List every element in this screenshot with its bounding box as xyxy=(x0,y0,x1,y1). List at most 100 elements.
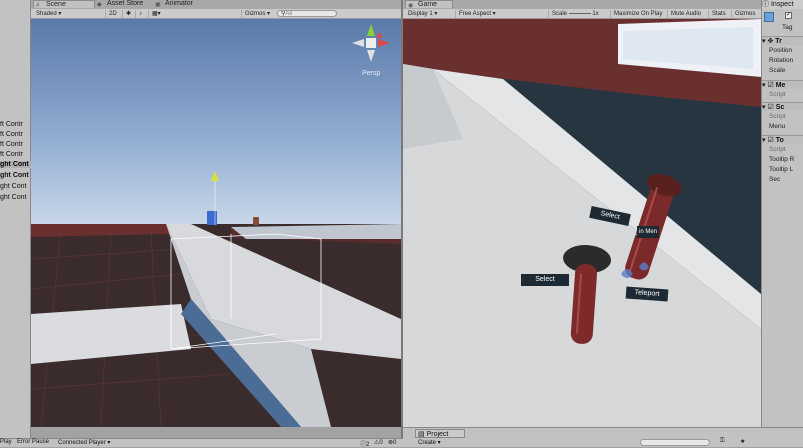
sec-label: Sec xyxy=(769,176,781,183)
star-icon[interactable]: ★ xyxy=(740,438,745,445)
foldout-icon: ▾ xyxy=(762,38,766,45)
tab-animator-label: Animator xyxy=(165,0,194,7)
audio-toggle-icon[interactable]: ♪ xyxy=(135,10,147,18)
lighting-toggle-icon[interactable]: ✱ xyxy=(122,10,134,18)
transform-title: Tr xyxy=(775,38,782,45)
gizmos-label: Gizmos xyxy=(245,11,266,17)
2d-toggle[interactable]: 2D xyxy=(105,10,121,18)
active-checkbox[interactable]: ✓ xyxy=(785,12,792,19)
mute-audio-toggle[interactable]: Mute Audio xyxy=(667,10,707,18)
position-label: Position xyxy=(769,47,793,54)
scale-label: Scale xyxy=(769,67,786,74)
hierarchy-item[interactable]: ght Cont xyxy=(0,183,31,190)
create-label: Create xyxy=(418,440,437,446)
transform-header[interactable]: ▾ ✥ Tr xyxy=(762,36,803,45)
warning-count[interactable]: ⚠0 xyxy=(374,439,383,446)
tab-project-label: Project xyxy=(426,431,449,438)
hierarchy-panel xyxy=(0,0,31,440)
hierarchy-item[interactable]: ft Contr xyxy=(0,141,31,148)
scene-viewport[interactable] xyxy=(31,19,401,427)
search-placeholder: All xyxy=(285,11,293,17)
tooltip-r-label: Tooltip R xyxy=(769,156,795,163)
enabled-checkbox[interactable]: ☑ xyxy=(767,82,773,89)
aspect-dropdown[interactable]: Free Aspect ▾ xyxy=(455,10,543,18)
hierarchy-item[interactable]: ght Cont xyxy=(0,161,31,168)
hierarchy-item[interactable]: ft Contr xyxy=(0,121,31,128)
menu-label: Menu xyxy=(769,123,786,130)
scale-slider[interactable]: Scale 1x xyxy=(548,10,608,18)
hierarchy-item[interactable]: ft Contr xyxy=(0,151,31,158)
hierarchy-item[interactable]: ght Cont xyxy=(0,194,31,201)
inspector-panel xyxy=(761,0,803,440)
game-toolbar: Display 1 ▾ Free Aspect ▾ Scale 1x Maxim… xyxy=(403,9,761,19)
game-gizmos-dropdown[interactable]: Gizmos xyxy=(731,10,761,18)
foldout-icon: ▾ xyxy=(762,104,766,111)
enabled-checkbox[interactable]: ☑ xyxy=(767,137,773,144)
scale-value: 1x xyxy=(592,11,599,17)
effects-toggle-icon[interactable]: ▦▾ xyxy=(148,10,162,18)
component-header[interactable]: ▾ ☑ Sc xyxy=(762,102,803,111)
script-label: Script xyxy=(769,146,786,153)
tab-asset-store[interactable]: ◆ Asset Store xyxy=(95,0,153,8)
tab-scene-label: Scene xyxy=(46,1,66,8)
aspect-label: Free Aspect xyxy=(459,11,492,17)
gizmos-dropdown[interactable]: Gizmos ▾ xyxy=(241,10,275,18)
tab-game-label: Game xyxy=(418,1,438,8)
foldout-icon: ▾ xyxy=(762,82,766,89)
script-label: Script xyxy=(769,113,786,120)
display-label: Display 1 xyxy=(408,11,433,17)
game-tab-bar: ◉ Game xyxy=(403,0,761,9)
select-tooltip-left: Select xyxy=(521,274,569,286)
tab-project[interactable]: ▤ Project xyxy=(415,429,465,438)
animator-icon: ▣ xyxy=(155,2,161,8)
component-header[interactable]: ▾ ☑ To xyxy=(762,135,803,144)
display-dropdown[interactable]: Display 1 ▾ xyxy=(405,10,451,18)
stats-toggle[interactable]: Stats xyxy=(708,10,730,18)
connected-player-label: Connected Player xyxy=(58,440,106,446)
game-viewport[interactable] xyxy=(403,19,761,427)
maximize-on-play-toggle[interactable]: Maximize On Play xyxy=(610,10,666,18)
component-title: To xyxy=(775,137,784,144)
menu-tooltip: in Men xyxy=(637,226,659,238)
tab-game[interactable]: ◉ Game xyxy=(405,0,453,9)
scale-label: Scale xyxy=(552,11,568,17)
create-dropdown[interactable]: Create ▾ xyxy=(418,439,448,447)
project-search-input[interactable] xyxy=(640,439,710,446)
component-title: Sc xyxy=(775,104,785,111)
component-header[interactable]: ▾ ☑ Me xyxy=(762,80,803,89)
foldout-icon: ▾ xyxy=(762,137,766,144)
hierarchy-item[interactable]: ght Cont xyxy=(0,172,31,179)
shading-label: Shaded xyxy=(36,11,57,17)
error-count[interactable]: ⊗0 xyxy=(388,439,396,446)
warning-count-value: 0 xyxy=(379,440,383,446)
scene-tab-bar: # Scene ◆ Asset Store ▣ Animator xyxy=(31,0,401,9)
scene-toolbar: Shaded ▾ 2D ✱ ♪ ▦▾ Gizmos ▾ ⚲All xyxy=(31,9,401,19)
lock-icon[interactable]: ⚿ xyxy=(720,438,725,445)
script-label: Script xyxy=(769,91,786,98)
inspector-tab-label: Inspect xyxy=(770,1,794,8)
component-title: Me xyxy=(775,82,786,89)
enabled-checkbox[interactable]: ☑ xyxy=(767,104,773,111)
scene-search-input[interactable]: ⚲All xyxy=(277,10,337,17)
tab-scene[interactable]: # Scene xyxy=(33,0,95,9)
shading-mode-dropdown[interactable]: Shaded ▾ xyxy=(33,10,103,18)
projection-label[interactable]: Persp xyxy=(362,70,380,77)
clear-on-play-toggle[interactable]: Play xyxy=(0,439,12,445)
folder-icon: ▤ xyxy=(418,431,425,438)
error-pause-toggle[interactable]: Error Pause xyxy=(17,439,49,445)
tooltip-l-label: Tooltip L xyxy=(769,166,794,173)
rotation-label: Rotation xyxy=(769,57,794,64)
hierarchy-item[interactable]: ft Contr xyxy=(0,131,31,138)
connected-player-dropdown[interactable]: Connected Player ▾ xyxy=(58,439,110,446)
inspector-tab[interactable]: ⓘ Inspect xyxy=(762,0,803,9)
info-icon: ⓘ xyxy=(762,1,769,8)
tab-asset-store-label: Asset Store xyxy=(107,0,144,7)
orientation-gizmo-icon[interactable] xyxy=(350,22,394,66)
tab-animator[interactable]: ▣ Animator xyxy=(153,0,213,8)
log-count-value: 2 xyxy=(366,442,370,448)
store-icon: ◆ xyxy=(97,2,102,8)
tag-label: Tag xyxy=(782,24,793,31)
error-count-value: 0 xyxy=(393,440,397,446)
transform-icon: ✥ xyxy=(767,38,774,45)
gameobject-icon xyxy=(764,12,774,22)
